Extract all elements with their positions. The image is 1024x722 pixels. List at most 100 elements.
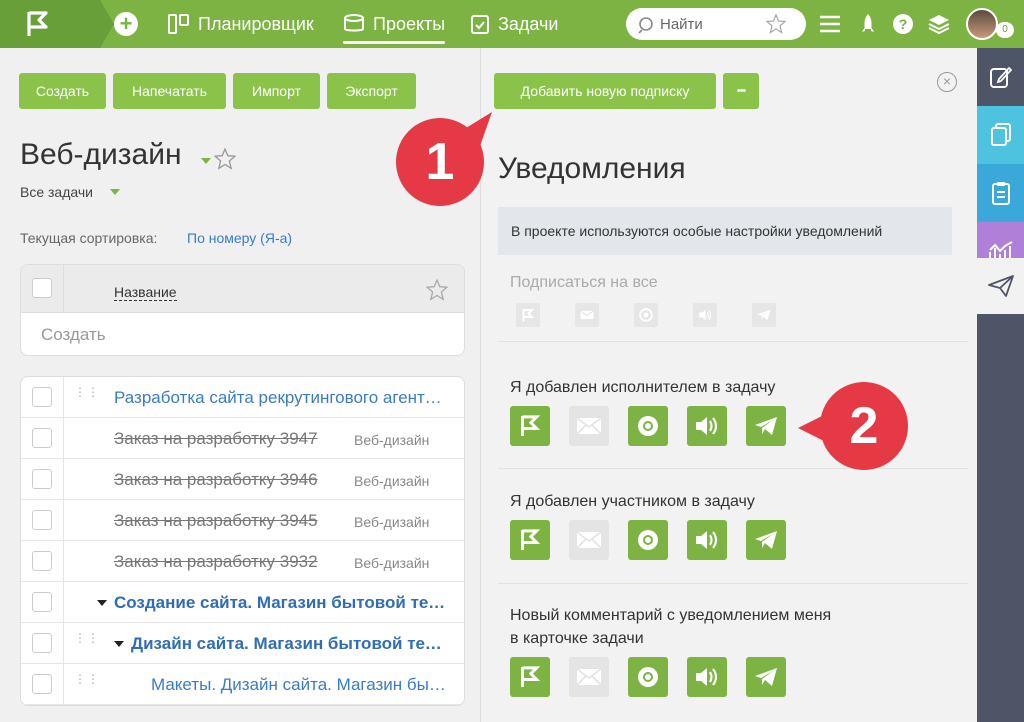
task-title[interactable]: Заказ на разработку 3946 [114,470,344,490]
project-title: Веб-дизайн [20,138,182,171]
chrome-icon [638,416,658,436]
rail-files-tab[interactable] [977,106,1024,164]
notify-mention-label-line2: в карточке задачи [510,630,644,647]
expand-caret-icon[interactable] [97,600,107,606]
notify-mention-sound-button[interactable] [687,657,727,697]
notify-mention-mail-button[interactable] [569,657,609,697]
drag-handle-icon[interactable]: ⋮⋮ [74,673,99,694]
row-checkbox[interactable] [32,469,52,489]
menu-icon[interactable] [818,12,842,36]
column-star-icon[interactable] [426,279,448,301]
user-avatar[interactable] [966,8,998,40]
table-row[interactable]: Заказ на разработку 3945 Веб-дизайн [21,500,464,541]
task-title[interactable]: Заказ на разработку 3947 [114,429,344,449]
notify-assignee-telegram-button[interactable] [746,406,786,446]
task-title[interactable]: Заказ на разработку 3932 [114,552,344,572]
table-row[interactable]: Заказ на разработку 3932 Веб-дизайн [21,541,464,582]
layers-icon[interactable] [927,12,951,36]
drag-handle-icon[interactable]: ⋮⋮ [74,632,99,653]
row-checkbox[interactable] [32,592,52,612]
table-row[interactable]: ⋮⋮ Макеты. Дизайн сайта. Магазин бытовой… [21,664,464,705]
notify-participant-app-button[interactable] [510,520,550,560]
import-button[interactable]: Импорт [233,73,320,109]
table-row[interactable]: Создание сайта. Магазин бытовой техники [21,582,464,623]
projects-icon [344,14,364,32]
drag-handle-icon[interactable]: ⋮⋮ [74,386,99,407]
nav-tasks[interactable]: Задачи [470,0,558,48]
notify-mention-app-button[interactable] [510,657,550,697]
task-title[interactable]: Создание сайта. Магазин бытовой техники [114,593,450,613]
column-divider [63,265,64,313]
row-checkbox[interactable] [32,510,52,530]
create-button[interactable]: Создать [19,73,106,109]
rocket-icon[interactable] [856,12,880,36]
notify-participant-browser-button[interactable] [628,520,668,560]
chrome-icon [639,308,653,322]
subscribe-all-flag-button[interactable] [516,303,540,327]
column-header-name[interactable]: Название [114,284,177,301]
notify-participant-sound-button[interactable] [687,520,727,560]
sort-value-link[interactable]: По номеру (Я-а) [187,230,292,246]
row-checkbox[interactable] [32,387,52,407]
print-button[interactable]: Напечатать [113,73,226,109]
table-row[interactable]: Заказ на разработку 3946 Веб-дизайн [21,459,464,500]
notify-participant-telegram-button[interactable] [746,520,786,560]
expand-caret-icon[interactable] [114,641,124,647]
task-title[interactable]: Заказ на разработку 3945 [114,511,344,531]
notify-mention-telegram-button[interactable] [746,657,786,697]
notify-assignee-sound-button[interactable] [687,406,727,446]
row-checkbox[interactable] [32,551,52,571]
title-dropdown-icon[interactable] [201,158,211,164]
add-subscription-button[interactable]: Добавить новую подписку [494,73,716,109]
task-title[interactable]: Макеты. Дизайн сайта. Магазин бытовой те… [151,675,451,695]
quick-add-button[interactable]: + [114,12,138,36]
subscribe-all-telegram-button[interactable] [752,303,776,327]
close-icon[interactable]: × [937,72,957,92]
app-logo[interactable] [0,0,114,48]
nav-tasks-label: Задачи [498,13,559,34]
create-task-input[interactable]: Создать [41,325,106,345]
mail-icon [580,310,594,320]
star-icon[interactable] [766,14,786,34]
right-side-rail [977,48,1024,722]
row-checkbox[interactable] [32,428,52,448]
divider [498,583,968,584]
notify-assignee-app-button[interactable] [510,406,550,446]
nav-planner[interactable]: Планировщик [168,0,314,48]
task-filter[interactable]: Все задачи [20,184,93,200]
table-row[interactable]: Заказ на разработку 3947 Веб-дизайн [21,418,464,459]
notify-participant-mail-button[interactable] [569,520,609,560]
row-checkbox[interactable] [32,674,52,694]
rail-notifications-tab-active[interactable] [977,258,1024,314]
sound-icon [699,309,712,321]
notify-mention-browser-button[interactable] [628,657,668,697]
top-navigation-bar: + Планировщик Проекты Задачи ? 0 [0,0,1024,48]
task-title[interactable]: Разработка сайта рекрутингового агентств… [114,388,450,408]
rail-edit-tab[interactable] [977,48,1024,106]
task-title[interactable]: Дизайн сайта. Магазин бытовой техники [131,634,450,654]
more-options-button[interactable]: ••• [723,73,759,109]
subscribe-all-label: Подписаться на все [510,274,658,291]
table-row[interactable]: ⋮⋮ Разработка сайта рекрутингового агент… [21,377,464,418]
notify-assignee-mail-button[interactable] [569,406,609,446]
select-all-checkbox[interactable] [32,278,52,298]
row-checkbox[interactable] [32,633,52,653]
task-project: Веб-дизайн [354,555,430,571]
divider [498,341,968,342]
export-button[interactable]: Экспорт [327,73,416,109]
filter-dropdown-icon[interactable] [110,189,120,195]
subscribe-all-browser-button[interactable] [634,303,658,327]
favorite-star-icon[interactable] [214,148,236,170]
help-icon[interactable]: ? [891,12,915,36]
subscribe-all-mail-button[interactable] [575,303,599,327]
subscribe-all-sound-button[interactable] [693,303,717,327]
rail-checklist-tab[interactable] [977,164,1024,222]
notifications-panel: Добавить новую подписку ••• × Уведомлени… [480,48,977,722]
search-icon [638,17,653,34]
info-text: В проекте используются особые настройки … [511,223,883,239]
task-list: ⋮⋮ Разработка сайта рекрутингового агент… [20,376,465,706]
search-input[interactable] [660,14,760,34]
table-row[interactable]: ⋮⋮ Дизайн сайта. Магазин бытовой техники [21,623,464,664]
notify-assignee-browser-button[interactable] [628,406,668,446]
nav-projects[interactable]: Проекты [343,0,446,48]
